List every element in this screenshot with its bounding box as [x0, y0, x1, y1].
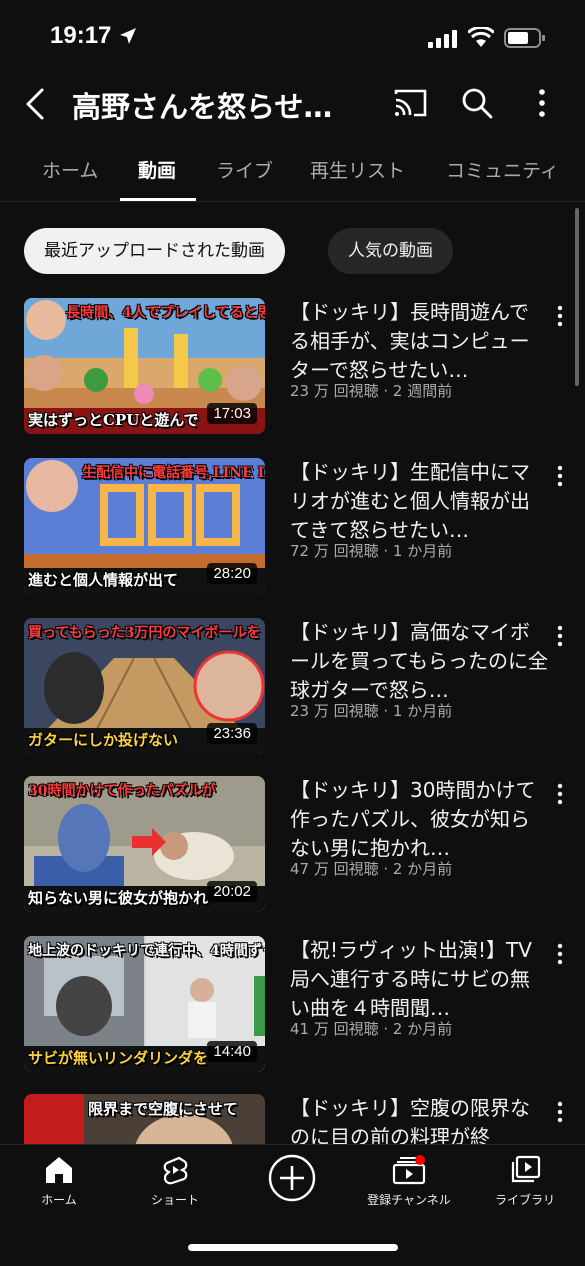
tab-playlists[interactable]: 再生リスト — [310, 156, 405, 183]
nav-shorts-label: ショート — [150, 1193, 199, 1207]
home-indicator[interactable] — [188, 1244, 398, 1251]
cellular-signal-icon — [428, 30, 457, 48]
video-title[interactable]: 【ドッキリ】空腹の限界なのに目の前の料理が終 — [290, 1094, 548, 1144]
thumbnail-caption-bottom: サビが無いリンダリンダを — [28, 1049, 209, 1067]
tab-home[interactable]: ホーム — [42, 156, 98, 183]
video-duration: 20:02 — [207, 881, 257, 902]
cast-icon[interactable] — [394, 88, 428, 118]
video-title[interactable]: 【ドッキリ】生配信中にマリオが進むと個人情報が出てきて怒らせたい… — [290, 458, 548, 545]
video-thumbnail[interactable]: 限界まで空腹にさせて — [24, 1094, 265, 1144]
thumbnail-caption-bottom: 実はずっとCPUと遊んで — [28, 411, 199, 429]
video-meta: 23 万 回視聴 · 1 か月前 — [290, 702, 453, 720]
video-duration: 14:40 — [207, 1041, 257, 1062]
thumbnail-caption-top: 30時間かけて作ったパズルが — [28, 783, 216, 799]
thumbnail-caption-top: 長時間、4人でプレイしてると思ったら — [66, 305, 265, 321]
status-time: 19:17 — [50, 22, 112, 49]
thumbnail-caption-top: 買ってもらった3万円のマイボールを — [28, 625, 261, 641]
video-item[interactable]: 地上波のドッキリで連行中、4時間ずっと サビが無いリンダリンダを 14:40 【… — [0, 936, 585, 1076]
thumbnail-caption-top: 限界まで空腹にさせて — [88, 1100, 238, 1118]
wifi-icon — [468, 27, 494, 47]
video-duration: 17:03 — [207, 403, 257, 424]
video-meta: 72 万 回視聴 · 1 か月前 — [290, 542, 453, 560]
battery-icon — [504, 28, 545, 48]
nav-subscriptions[interactable]: 登録チャンネル — [354, 1155, 464, 1208]
search-icon[interactable] — [460, 86, 494, 120]
video-thumbnail[interactable]: 買ってもらった3万円のマイボールを ガターにしか投げない 23:36 — [24, 618, 265, 754]
thumbnail-caption-top: 生配信中に電話番号,LINE ID... — [82, 465, 265, 481]
channel-tabs: ホーム 動画 ライブ 再生リスト コミュニティ — [0, 140, 585, 202]
library-icon — [511, 1155, 541, 1183]
subscriptions-icon — [392, 1155, 426, 1185]
video-options-icon[interactable] — [552, 304, 568, 328]
thumbnail-caption-bottom: ガターにしか投げない — [28, 731, 179, 749]
video-title[interactable]: 【ドッキリ】高価なマイボールを買ってもらったのに全球ガターで怒ら… — [290, 618, 548, 705]
nav-library[interactable]: ライブラリ — [470, 1155, 580, 1208]
video-item[interactable]: 生配信中に電話番号,LINE ID... 進むと個人情報が出て 28:20 【ド… — [0, 458, 585, 598]
tab-live[interactable]: ライブ — [216, 156, 273, 183]
channel-header: 高野さんを怒らせ… — [0, 70, 585, 140]
tab-community[interactable]: コミュニティ — [446, 156, 559, 183]
home-icon — [46, 1157, 72, 1183]
location-arrow-icon — [120, 28, 136, 44]
video-options-icon[interactable] — [552, 624, 568, 648]
video-meta: 47 万 回視聴 · 2 か月前 — [290, 860, 453, 878]
video-title[interactable]: 【ドッキリ】30時間かけて作ったパズル、彼女が知らない男に抱かれ… — [290, 776, 548, 863]
video-options-icon[interactable] — [552, 942, 568, 966]
more-vertical-icon[interactable] — [530, 86, 554, 120]
video-options-icon[interactable] — [552, 782, 568, 806]
channel-title: 高野さんを怒らせ… — [72, 90, 333, 124]
video-meta: 23 万 回視聴 · 2 週間前 — [290, 382, 453, 400]
back-arrow-icon[interactable] — [20, 84, 56, 124]
video-duration: 23:36 — [207, 723, 257, 744]
nav-shorts[interactable]: ショート — [120, 1155, 230, 1208]
nav-create[interactable] — [237, 1153, 347, 1207]
video-duration: 28:20 — [207, 563, 257, 584]
video-item[interactable]: 長時間、4人でプレイしてると思ったら 実はずっとCPUと遊んで 17:03 【ド… — [0, 298, 585, 438]
video-thumbnail[interactable]: 長時間、4人でプレイしてると思ったら 実はずっとCPUと遊んで 17:03 — [24, 298, 265, 434]
thumbnail-caption-top: 地上波のドッキリで連行中、4時間ずっと — [28, 943, 265, 959]
chip-popular[interactable]: 人気の動画 — [328, 228, 453, 274]
active-tab-indicator — [120, 198, 196, 201]
video-options-icon[interactable] — [552, 1100, 568, 1124]
video-thumbnail[interactable]: 地上波のドッキリで連行中、4時間ずっと サビが無いリンダリンダを 14:40 — [24, 936, 265, 1072]
video-options-icon[interactable] — [552, 464, 568, 488]
create-plus-icon — [268, 1154, 316, 1202]
thumbnail-caption-bottom: 進むと個人情報が出て — [28, 571, 179, 589]
video-title[interactable]: 【祝!ラヴィット出演!】TV局へ連行する時にサビの無い曲を４時間聞… — [290, 936, 548, 1023]
video-item[interactable]: 買ってもらった3万円のマイボールを ガターにしか投げない 23:36 【ドッキリ… — [0, 618, 585, 758]
thumbnail-caption-bottom: 知らない男に彼女が抱かれ — [28, 889, 209, 907]
shorts-icon — [163, 1156, 188, 1185]
video-item[interactable]: 30時間かけて作ったパズルが 知らない男に彼女が抱かれ 20:02 【ドッキリ】… — [0, 776, 585, 916]
video-title[interactable]: 【ドッキリ】長時間遊んでる相手が、実はコンピューターで怒らせたい… — [290, 298, 548, 385]
nav-home[interactable]: ホーム — [4, 1155, 114, 1208]
status-bar: 19:17 — [0, 0, 585, 70]
video-thumbnail[interactable]: 生配信中に電話番号,LINE ID... 進むと個人情報が出て 28:20 — [24, 458, 265, 594]
video-item[interactable]: 限界まで空腹にさせて 【ドッキリ】空腹の限界なのに目の前の料理が終 — [0, 1094, 585, 1144]
nav-library-label: ライブラリ — [494, 1193, 555, 1207]
nav-subscriptions-label: 登録チャンネル — [367, 1193, 451, 1207]
video-list: 長時間、4人でプレイしてると思ったら 実はずっとCPUと遊んで 17:03 【ド… — [0, 298, 585, 1144]
chip-recently-uploaded[interactable]: 最近アップロードされた動画 — [24, 228, 285, 274]
tab-videos[interactable]: 動画 — [138, 156, 176, 183]
video-meta: 41 万 回視聴 · 2 か月前 — [290, 1020, 453, 1038]
video-thumbnail[interactable]: 30時間かけて作ったパズルが 知らない男に彼女が抱かれ 20:02 — [24, 776, 265, 912]
nav-home-label: ホーム — [41, 1193, 77, 1207]
